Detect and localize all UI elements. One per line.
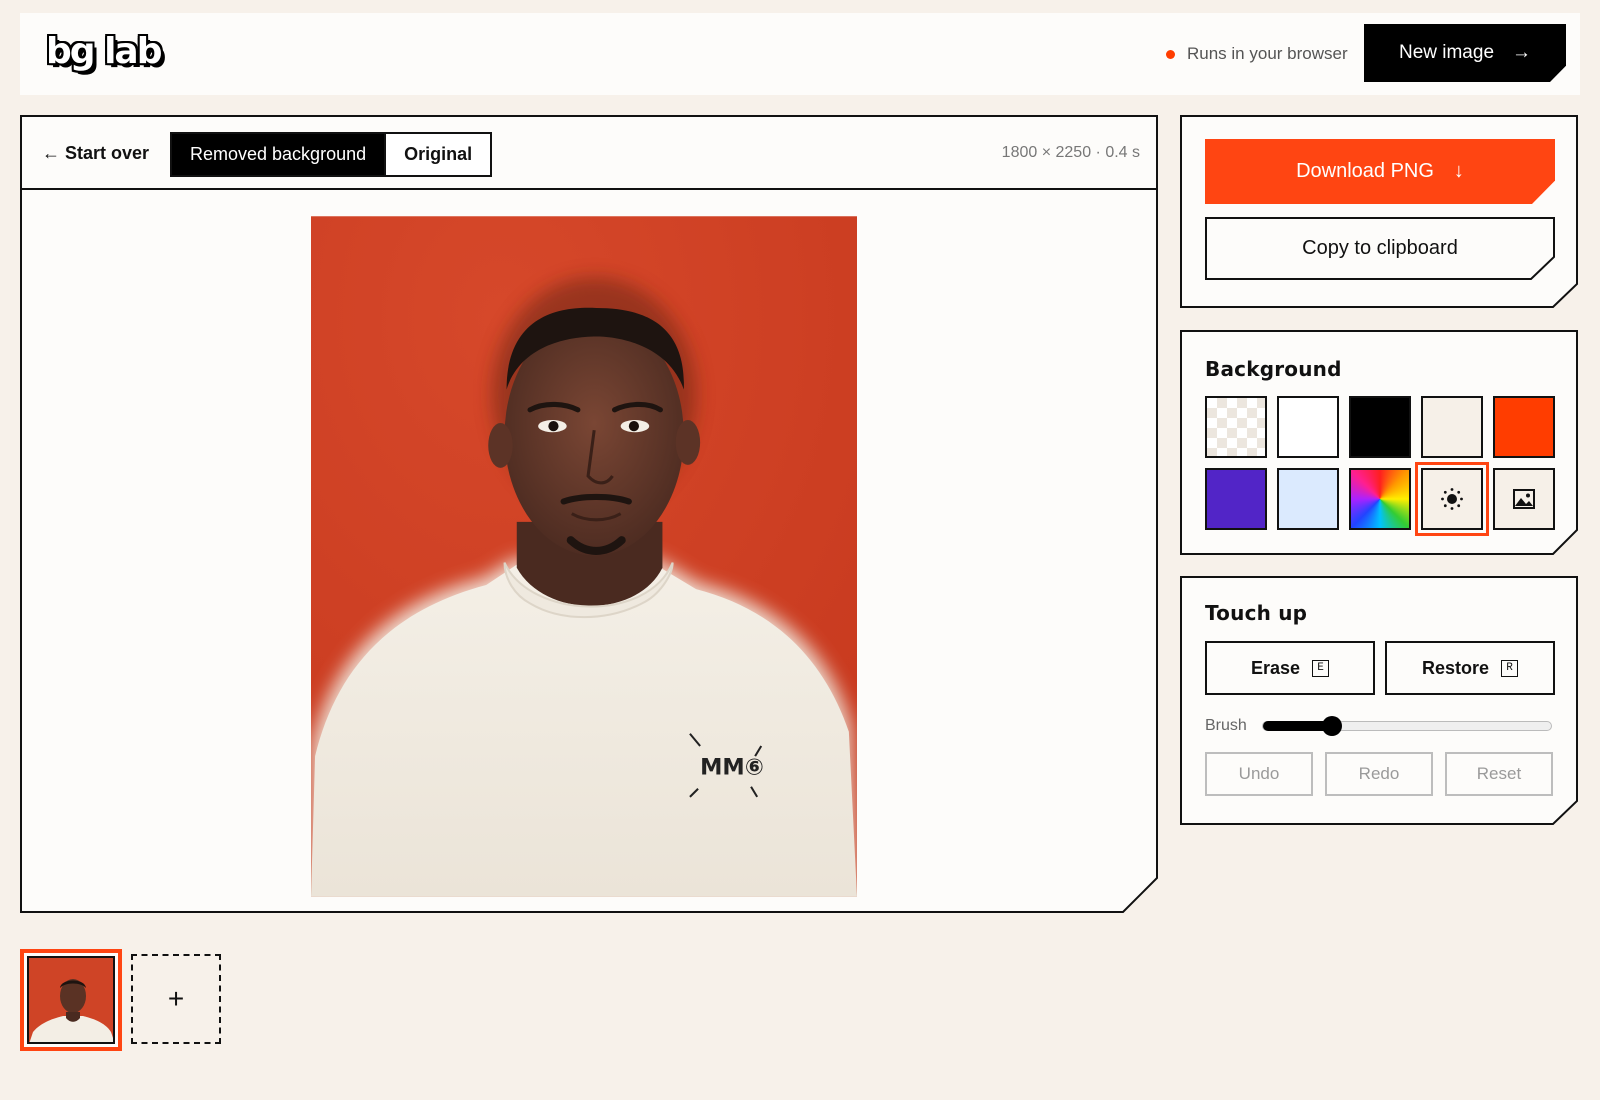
swatch-cream[interactable] xyxy=(1421,396,1483,458)
arrow-right-icon: → xyxy=(1512,42,1532,63)
background-title: Background xyxy=(1205,357,1342,381)
image-dimensions: 1800 × 2250 · 0.4 s xyxy=(1001,144,1140,161)
new-image-button[interactable]: New image → xyxy=(1364,24,1566,82)
result-image[interactable]: MM⑥ xyxy=(311,216,857,897)
add-image-button[interactable]: + xyxy=(131,954,221,1044)
swatch-light-blue[interactable] xyxy=(1277,468,1339,530)
swatch-rainbow[interactable] xyxy=(1349,468,1411,530)
touch-up-card: Touch up Erase E Restore R Brush Undo Re… xyxy=(1180,576,1580,825)
swatch-black[interactable] xyxy=(1349,396,1411,458)
restore-shortcut-key: R xyxy=(1501,659,1519,677)
touch-up-title: Touch up xyxy=(1205,601,1308,625)
swatch-white[interactable] xyxy=(1277,396,1339,458)
brush-label: Brush xyxy=(1205,717,1247,734)
erase-label: Erase xyxy=(1250,657,1301,678)
redo-button[interactable]: Redo xyxy=(1325,752,1433,796)
swatch-transparent[interactable] xyxy=(1205,396,1267,458)
svg-text:MM⑥: MM⑥ xyxy=(700,754,764,780)
start-over-button[interactable]: ← Start over xyxy=(42,143,149,164)
thumbnail-image xyxy=(27,956,115,1044)
background-card: Background xyxy=(1180,330,1580,555)
restore-label: Restore xyxy=(1421,657,1490,678)
brush-slider-handle[interactable] xyxy=(1322,716,1342,736)
sun-icon xyxy=(1441,488,1463,510)
image-icon xyxy=(1513,489,1535,509)
thumbnail-current[interactable] xyxy=(20,949,122,1051)
download-label: Download PNG xyxy=(1296,160,1434,182)
view-toggle: Removed background Original xyxy=(170,132,493,177)
swatch-blur[interactable] xyxy=(1415,462,1489,536)
runs-label: Runs in your browser xyxy=(1187,44,1348,63)
status-dot-icon xyxy=(1166,49,1175,59)
copy-to-clipboard-button[interactable]: Copy to clipboard xyxy=(1205,217,1555,280)
reset-button[interactable]: Reset xyxy=(1445,752,1553,796)
brush-size-slider[interactable] xyxy=(1262,716,1552,736)
tab-original[interactable]: Original xyxy=(384,134,491,175)
download-png-button[interactable]: Download PNG ↓ xyxy=(1205,139,1555,204)
erase-button[interactable]: Erase E xyxy=(1205,641,1375,695)
logo[interactable]: bg lab xyxy=(46,31,162,72)
app-header: bg lab Runs in your browser New image → xyxy=(20,13,1580,95)
arrow-down-icon: ↓ xyxy=(1453,160,1464,182)
runs-in-browser-note: Runs in your browser xyxy=(1166,44,1348,64)
erase-shortcut-key: E xyxy=(1312,659,1330,677)
swatch-purple[interactable] xyxy=(1205,468,1267,530)
tab-removed-background[interactable]: Removed background xyxy=(172,134,385,175)
copy-label: Copy to clipboard xyxy=(1302,237,1458,259)
swatch-orange[interactable] xyxy=(1493,396,1555,458)
editor-toolbar: ← Start over Removed background Original… xyxy=(22,117,1156,190)
export-card: Download PNG ↓ Copy to clipboard xyxy=(1180,115,1580,308)
restore-button[interactable]: Restore R xyxy=(1385,641,1555,695)
undo-button[interactable]: Undo xyxy=(1205,752,1313,796)
swatch-image[interactable] xyxy=(1493,468,1555,530)
new-image-label: New image xyxy=(1398,42,1495,63)
